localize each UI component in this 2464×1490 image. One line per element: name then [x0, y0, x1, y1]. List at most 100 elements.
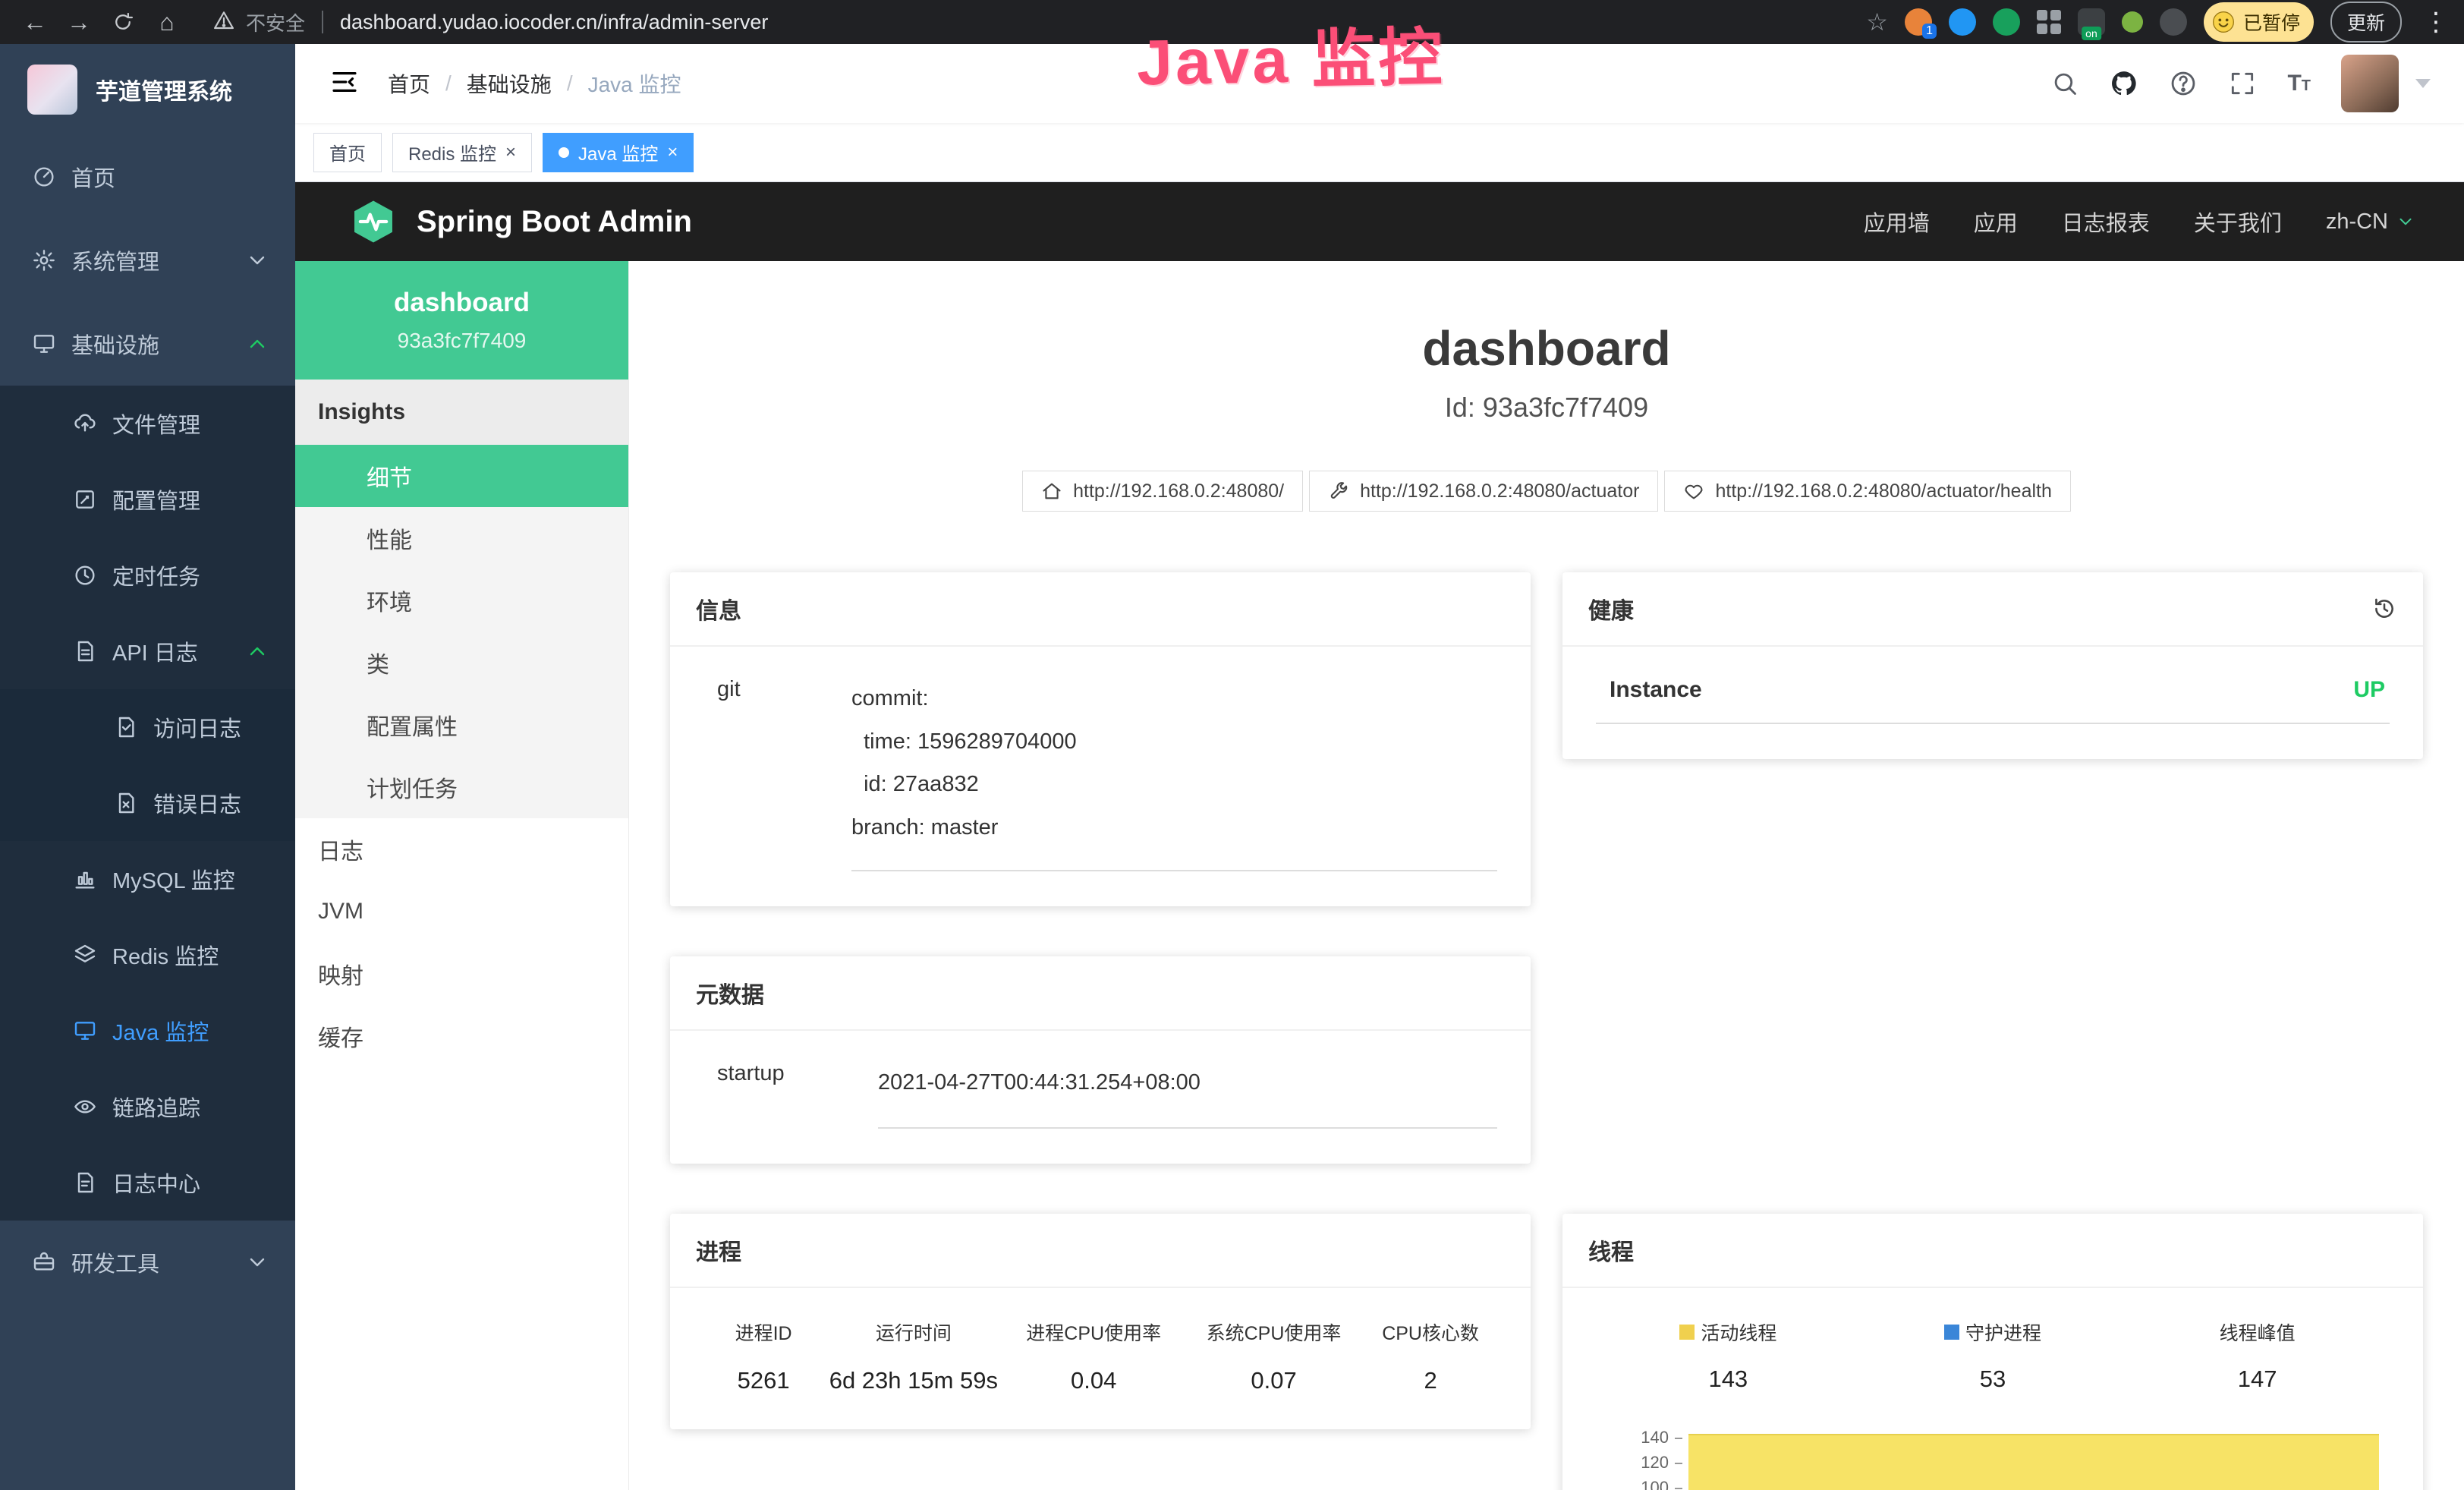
layers-icon — [73, 943, 97, 967]
page-title: dashboard — [670, 320, 2423, 376]
sba-menu-caches[interactable]: 缓存 — [295, 1005, 628, 1067]
sba-header: Spring Boot Admin 应用墙 应用 日志报表 关于我们 zh-CN — [295, 182, 2464, 261]
extension-icon-leaf[interactable] — [2122, 11, 2143, 33]
info-card-title: 信息 — [670, 572, 1531, 647]
url-text: dashboard.yudao.iocoder.cn/infra/admin-s… — [340, 11, 768, 34]
breadcrumb-item-infra[interactable]: 基础设施 — [467, 68, 552, 99]
process-col-sys-cpu: 系统CPU使用率 — [1184, 1318, 1364, 1346]
edit-icon — [73, 487, 97, 512]
fullscreen-icon[interactable] — [2228, 69, 2257, 98]
sidebar-item-access-logs[interactable]: 访问日志 — [0, 689, 295, 765]
sidebar-item-java-monitor[interactable]: Java 监控 — [0, 993, 295, 1069]
page-subtitle: Id: 93a3fc7f7409 — [670, 392, 2423, 424]
tab-label: Redis 监控 — [408, 139, 496, 165]
sidebar-item-redis-monitor[interactable]: Redis 监控 — [0, 917, 295, 993]
sba-locale-select[interactable]: zh-CN — [2326, 209, 2415, 235]
tab-home[interactable]: 首页 — [313, 133, 382, 172]
sba-menu-metrics[interactable]: 性能 — [295, 507, 628, 569]
extension-icon-fox[interactable]: 1 — [1905, 8, 1932, 36]
back-button[interactable]: ← — [15, 5, 55, 39]
info-card: 信息 git commit: time: 1596289704000 id: 2… — [670, 572, 1531, 906]
sidebar-item-file-management[interactable]: 文件管理 — [0, 386, 295, 461]
link-label: http://192.168.0.2:48080/actuator — [1360, 480, 1639, 502]
breadcrumb-item-home[interactable]: 首页 — [388, 68, 430, 99]
avatar-caret-icon[interactable] — [2415, 79, 2431, 88]
sidebar-item-label: 日志中心 — [112, 1167, 200, 1199]
sidebar-item-system[interactable]: 系统管理 — [0, 219, 295, 302]
tab-java-monitor[interactable]: Java 监控 × — [543, 133, 694, 172]
close-icon[interactable]: × — [505, 143, 516, 162]
legend-label-peak: 线程峰值 — [2220, 1318, 2296, 1346]
browser-menu-icon[interactable]: ⋮ — [2423, 7, 2449, 37]
y-tick: 100 — [1596, 1475, 1682, 1490]
sidebar-item-mysql-monitor[interactable]: MySQL 监控 — [0, 841, 295, 917]
extension-icon-blocker[interactable]: on — [2078, 8, 2105, 36]
threads-legend: 活动线程 守护进程 线程峰值 143 53 147 — [1596, 1318, 2390, 1393]
document-icon — [114, 791, 138, 815]
sidebar-item-label: API 日志 — [112, 635, 198, 667]
link-health-url[interactable]: http://192.168.0.2:48080/actuator/health — [1664, 471, 2070, 512]
tab-label: Java 监控 — [578, 139, 658, 165]
sba-brand[interactable]: Spring Boot Admin — [350, 198, 692, 245]
sidebar-item-trace[interactable]: 链路追踪 — [0, 1069, 295, 1145]
sidebar-item-scheduled-jobs[interactable]: 定时任务 — [0, 537, 295, 613]
breadcrumb-item-current: Java 监控 — [588, 68, 681, 99]
locale-label: zh-CN — [2326, 209, 2388, 235]
home-icon — [1041, 480, 1062, 502]
sidebar-item-home[interactable]: 首页 — [0, 135, 295, 219]
sba-nav-journal[interactable]: 日志报表 — [2062, 206, 2150, 238]
app-logo[interactable]: 芋道管理系统 — [0, 44, 295, 135]
github-icon[interactable] — [2110, 69, 2138, 98]
toolbox-icon — [32, 1250, 56, 1274]
extension-icon-drop[interactable] — [1949, 8, 1976, 36]
git-time-line: time: 1596289704000 — [851, 720, 1497, 764]
sidebar-toggle-button[interactable] — [329, 66, 360, 102]
browser-update-button[interactable]: 更新 — [2330, 2, 2402, 43]
sba-nav-wallboard[interactable]: 应用墙 — [1864, 206, 1930, 238]
sidebar-item-infrastructure[interactable]: 基础设施 — [0, 302, 295, 386]
status-badge: UP — [2353, 677, 2385, 703]
extension-icon-puzzle[interactable] — [2160, 8, 2187, 36]
paused-extension-pill[interactable]: 已暂停 — [2204, 2, 2314, 42]
sba-nav-applications[interactable]: 应用 — [1974, 206, 2018, 238]
sba-menu-logs[interactable]: 日志 — [295, 818, 628, 880]
sidebar-item-label: 配置管理 — [112, 484, 200, 515]
sba-nav-about[interactable]: 关于我们 — [2194, 206, 2282, 238]
heart-icon — [1683, 480, 1704, 502]
health-row-label: Instance — [1610, 677, 1702, 703]
home-button[interactable]: ⌂ — [147, 5, 187, 39]
sba-menu-classes[interactable]: 类 — [295, 632, 628, 694]
bookmark-star-icon[interactable]: ☆ — [1866, 8, 1888, 36]
sba-menu-details[interactable]: 细节 — [295, 445, 628, 507]
tab-redis-monitor[interactable]: Redis 监控 × — [392, 133, 532, 172]
sba-menu-config-props[interactable]: 配置属性 — [295, 694, 628, 756]
y-tick: 140 — [1596, 1425, 1682, 1450]
extension-icon-green[interactable] — [1993, 8, 2020, 36]
sba-menu-jvm[interactable]: JVM — [295, 880, 628, 943]
sidebar-item-config-management[interactable]: 配置管理 — [0, 461, 295, 537]
process-table: 进程ID 运行时间 进程CPU使用率 系统CPU使用率 CPU核心数 5261 … — [703, 1318, 1497, 1394]
extension-icon-grid[interactable] — [2037, 10, 2061, 34]
security-warning-icon — [212, 9, 235, 36]
close-icon[interactable]: × — [667, 143, 678, 162]
sidebar-item-dev-tools[interactable]: 研发工具 — [0, 1221, 295, 1304]
history-icon[interactable] — [2371, 596, 2397, 622]
sidebar-item-error-logs[interactable]: 错误日志 — [0, 765, 295, 841]
sidebar-item-label: 基础设施 — [71, 328, 159, 360]
search-icon[interactable] — [2050, 69, 2079, 98]
font-size-icon[interactable]: TT — [2287, 71, 2311, 96]
sba-menu-environment[interactable]: 环境 — [295, 569, 628, 632]
forward-button[interactable]: → — [59, 5, 99, 39]
address-bar[interactable]: 不安全 dashboard.yudao.iocoder.cn/infra/adm… — [212, 8, 1861, 36]
metadata-row-startup: startup 2021-04-27T00:44:31.254+08:00 — [703, 1061, 1497, 1129]
sidebar-item-api-logs[interactable]: API 日志 — [0, 613, 295, 689]
sba-menu-mappings[interactable]: 映射 — [295, 943, 628, 1005]
threads-chart-yaxis: 140 120 100 — [1596, 1425, 1687, 1490]
reload-button[interactable] — [103, 5, 143, 39]
sidebar-item-log-center[interactable]: 日志中心 — [0, 1145, 295, 1221]
link-actuator-url[interactable]: http://192.168.0.2:48080/actuator — [1309, 471, 1658, 512]
help-icon[interactable] — [2169, 69, 2198, 98]
link-base-url[interactable]: http://192.168.0.2:48080/ — [1022, 471, 1303, 512]
user-avatar[interactable] — [2341, 55, 2399, 112]
sba-menu-scheduled-tasks[interactable]: 计划任务 — [295, 756, 628, 818]
